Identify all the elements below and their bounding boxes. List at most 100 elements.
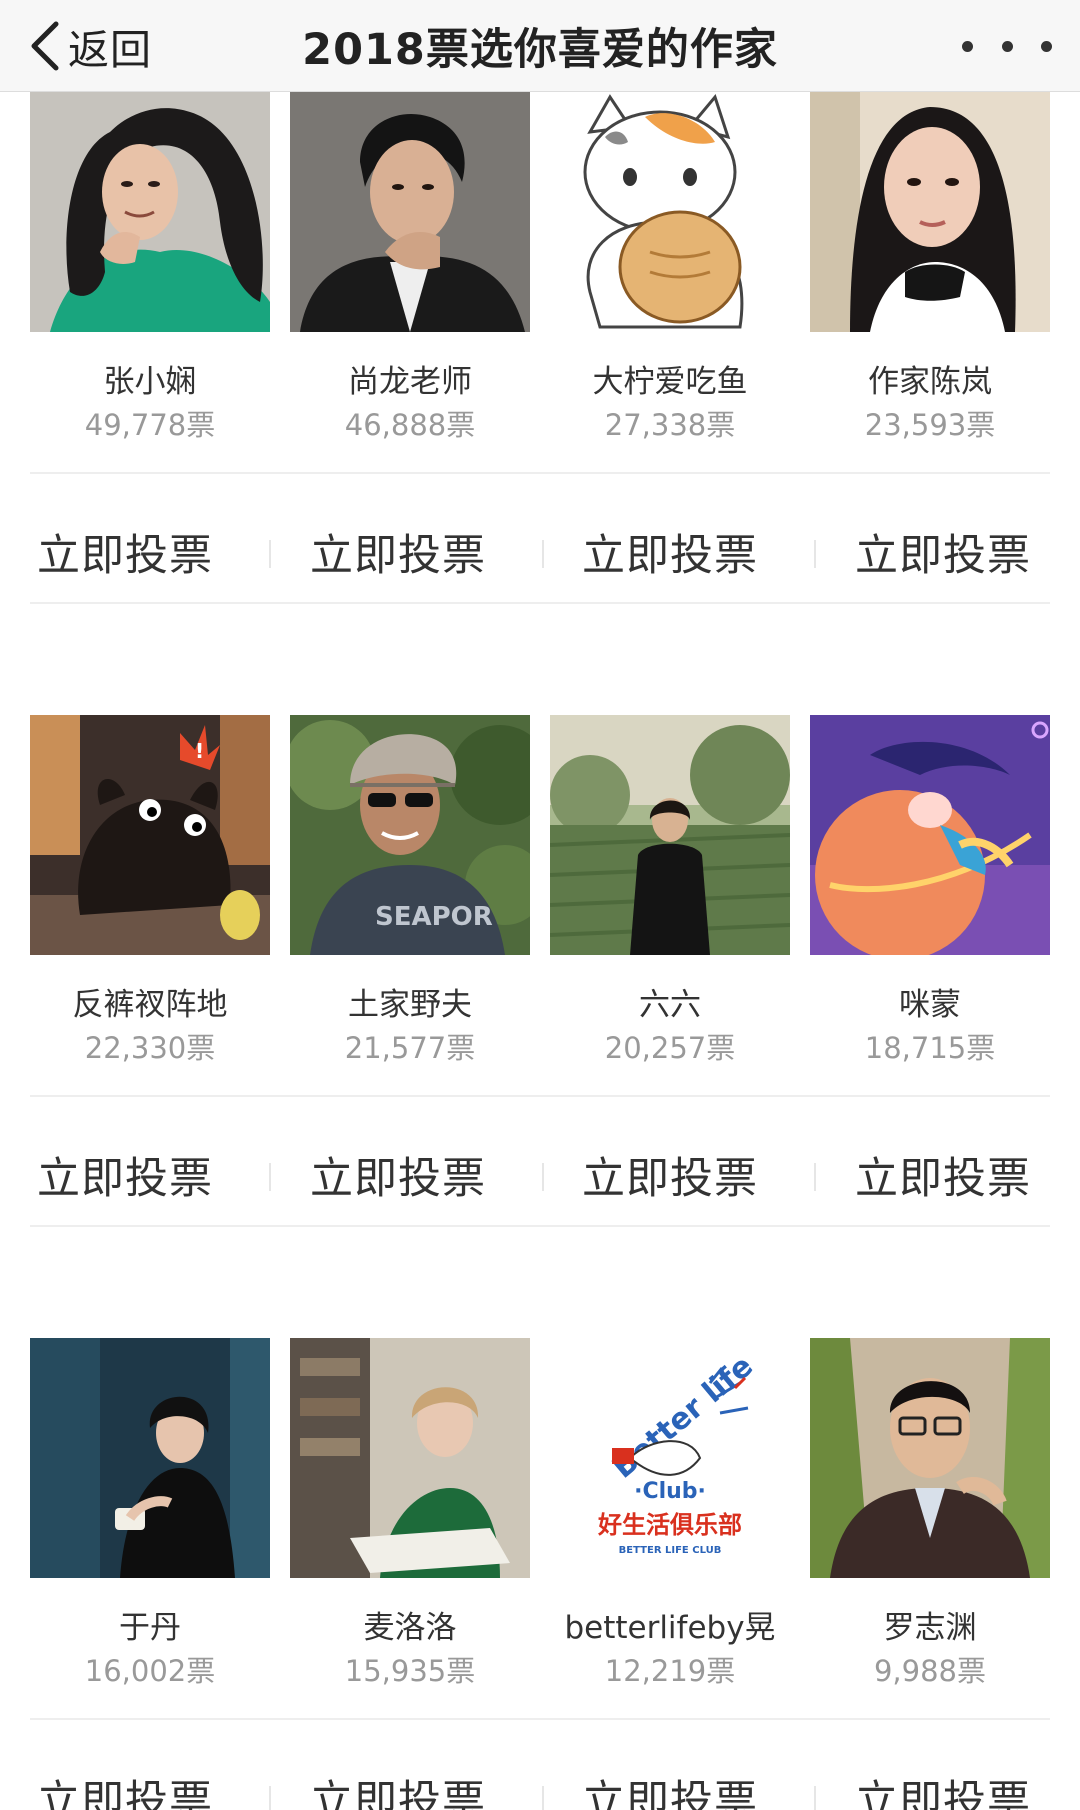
writer-row: 于丹 16,002票 麦洛洛 15,935票 Better life ·Club…	[0, 1338, 1080, 1810]
back-button[interactable]: 返回	[26, 10, 152, 82]
button-separator	[814, 1786, 816, 1810]
writer-card[interactable]: 张小娴 49,778票	[30, 92, 270, 442]
writer-name: 土家野夫	[348, 987, 472, 1023]
portrait-woman-photo	[30, 1338, 270, 1578]
button-separator	[814, 1163, 816, 1191]
nav-bar: 返回 2018票选你喜爱的作家	[0, 0, 1080, 92]
vote-count: 16,002票	[84, 1654, 216, 1688]
writer-card[interactable]: 六六 20,257票	[550, 715, 790, 1065]
cartoon-cat-photo	[550, 92, 790, 332]
vote-button[interactable]: 立即投票	[582, 512, 822, 592]
writer-photo[interactable]: !	[30, 715, 270, 955]
writer-card[interactable]: SEAPOR 土家野夫 21,577票	[290, 715, 530, 1065]
vote-button[interactable]: 立即投票	[855, 1758, 1080, 1810]
writer-photo[interactable]	[810, 715, 1050, 955]
portrait-man-photo	[290, 92, 530, 332]
divider	[30, 1718, 1050, 1720]
vote-button[interactable]: 立即投票	[37, 1758, 277, 1810]
writer-row: 张小娴 49,778票 尚龙老师 46,888票 大柠爱吃鱼 27,338票 作…	[0, 92, 1080, 612]
writer-photo[interactable]	[30, 1338, 270, 1578]
writer-name: 咪蒙	[899, 987, 961, 1023]
vote-button[interactable]: 立即投票	[855, 512, 1080, 592]
writer-photo[interactable]: Better life ·Club· 好生活俱乐部 BETTER LIFE CL…	[550, 1338, 790, 1578]
writer-photo[interactable]	[290, 1338, 530, 1578]
vote-button[interactable]: 立即投票	[37, 1135, 277, 1215]
vote-count: 21,577票	[344, 1031, 476, 1065]
button-separator	[542, 1786, 544, 1810]
illustration-planet-photo	[810, 715, 1050, 955]
writer-name: betterlifeby晃	[564, 1610, 776, 1646]
writer-name: 尚龙老师	[348, 364, 472, 400]
writer-grid: 张小娴 49,778票 尚龙老师 46,888票 大柠爱吃鱼 27,338票 作…	[0, 92, 1080, 1810]
writer-name: 麦洛洛	[363, 1610, 457, 1646]
button-separator	[542, 540, 544, 568]
vote-count: 23,593票	[864, 408, 996, 442]
vote-button[interactable]: 立即投票	[310, 1135, 550, 1215]
divider	[30, 1095, 1050, 1097]
dog-photo: !	[30, 715, 270, 955]
writer-card[interactable]: 罗志渊 9,988票	[810, 1338, 1050, 1688]
portrait-man-photo	[810, 1338, 1050, 1578]
portrait-woman-photo	[290, 1338, 530, 1578]
portrait-woman-photo	[810, 92, 1050, 332]
writer-card[interactable]: 大柠爱吃鱼 27,338票	[550, 92, 790, 442]
vote-count: 9,988票	[873, 1654, 987, 1688]
writer-card[interactable]: 麦洛洛 15,935票	[290, 1338, 530, 1688]
writer-photo[interactable]	[550, 715, 790, 955]
chevron-left-icon	[31, 21, 59, 71]
vote-count: 15,935票	[344, 1654, 476, 1688]
svg-text:!: !	[195, 739, 204, 763]
writer-photo[interactable]	[30, 92, 270, 332]
vote-button[interactable]: 立即投票	[310, 1758, 550, 1810]
vote-button[interactable]: 立即投票	[37, 512, 277, 592]
more-dot-icon	[1001, 40, 1013, 52]
button-separator	[269, 540, 271, 568]
more-dot-icon	[1041, 40, 1052, 52]
writer-card[interactable]: ! 反裤衩阵地 22,330票	[30, 715, 270, 1065]
writer-name: 于丹	[119, 1610, 181, 1646]
vote-button[interactable]: 立即投票	[582, 1758, 822, 1810]
vote-count: 18,715票	[864, 1031, 996, 1065]
vote-count: 20,257票	[604, 1031, 736, 1065]
portrait-man-photo: SEAPOR	[290, 715, 530, 955]
writer-photo[interactable]	[290, 92, 530, 332]
writer-photo[interactable]: SEAPOR	[290, 715, 530, 955]
writer-name: 罗志渊	[883, 1610, 977, 1646]
svg-text:好生活俱乐部: 好生活俱乐部	[597, 1511, 742, 1539]
svg-text:SEAPOR: SEAPOR	[375, 902, 493, 932]
svg-text:BETTER LIFE CLUB: BETTER LIFE CLUB	[619, 1545, 722, 1556]
svg-text:·Club·: ·Club·	[634, 1479, 706, 1504]
vote-button[interactable]: 立即投票	[582, 1135, 822, 1215]
writer-name: 张小娴	[103, 364, 197, 400]
writer-name: 六六	[639, 987, 701, 1023]
vote-count: 49,778票	[84, 408, 216, 442]
vote-count: 22,330票	[84, 1031, 216, 1065]
button-separator	[269, 1163, 271, 1191]
button-separator	[269, 1786, 271, 1810]
writer-photo[interactable]	[550, 92, 790, 332]
better-life-club-logo: Better life ·Club· 好生活俱乐部 BETTER LIFE CL…	[550, 1338, 790, 1578]
vote-count: 27,338票	[604, 408, 736, 442]
page-title: 2018票选你喜爱的作家	[302, 25, 778, 75]
vote-count: 46,888票	[344, 408, 476, 442]
vote-button[interactable]: 立即投票	[855, 1135, 1080, 1215]
divider	[30, 472, 1050, 474]
writer-photo[interactable]	[810, 92, 1050, 332]
writer-photo[interactable]	[810, 1338, 1050, 1578]
writer-name: 作家陈岚	[868, 364, 992, 400]
divider	[30, 602, 1050, 604]
portrait-woman-photo	[30, 92, 270, 332]
writer-card[interactable]: 于丹 16,002票	[30, 1338, 270, 1688]
writer-card[interactable]: Better life ·Club· 好生活俱乐部 BETTER LIFE CL…	[550, 1338, 790, 1688]
more-options-button[interactable]	[962, 20, 1052, 72]
writer-card[interactable]: 咪蒙 18,715票	[810, 715, 1050, 1065]
writer-name: 反裤衩阵地	[72, 987, 228, 1023]
button-separator	[542, 1163, 544, 1191]
writer-card[interactable]: 尚龙老师 46,888票	[290, 92, 530, 442]
writer-card[interactable]: 作家陈岚 23,593票	[810, 92, 1050, 442]
vote-button[interactable]: 立即投票	[310, 512, 550, 592]
more-dot-icon	[962, 40, 973, 52]
writer-name: 大柠爱吃鱼	[592, 364, 748, 400]
divider	[30, 1225, 1050, 1227]
vote-count: 12,219票	[604, 1654, 736, 1688]
